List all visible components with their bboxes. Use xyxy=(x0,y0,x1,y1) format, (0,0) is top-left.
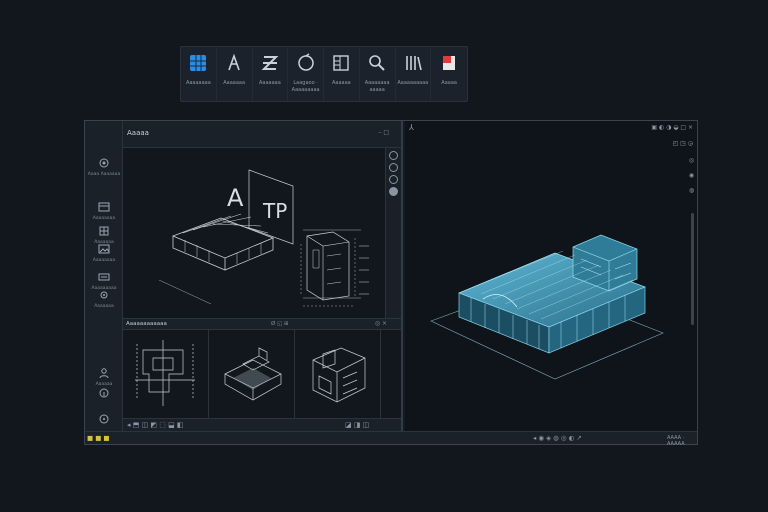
viewport-letter-tp: TP xyxy=(262,199,287,223)
left-pane-title: Aaaaa xyxy=(127,129,149,137)
panel-icon xyxy=(333,55,350,71)
ribbon-label: Aaaaaaaaaa xyxy=(397,80,429,86)
search-icon xyxy=(369,55,385,71)
left-pane-mid-tools[interactable]: ◪ ◨ ◫ xyxy=(345,421,369,429)
info-icon xyxy=(99,388,109,398)
iso-drawing xyxy=(224,347,282,401)
left-pane-controls[interactable]: – □ xyxy=(378,129,389,136)
flag-icon xyxy=(443,56,456,70)
left-pane-titlebar: Aaaaa – □ xyxy=(123,121,401,148)
ribbon-label: Aaaaaaa xyxy=(223,80,246,86)
ribbon-button-grid[interactable]: Aaaaaaaa xyxy=(181,47,217,101)
view-tool-fit[interactable] xyxy=(389,187,398,196)
grid-icon xyxy=(190,55,207,71)
move-icon xyxy=(99,158,109,168)
status-bar: ■ ■ ■ ◂ ◉ ◈ ◍ ◎ ◐ ↗ AAAA · AAAAA xyxy=(85,431,697,447)
settings-icon xyxy=(100,291,108,299)
plan-drawing xyxy=(135,340,195,406)
help-icon xyxy=(99,414,109,424)
ribbon-button-section[interactable]: Aaaaaaa xyxy=(253,47,289,101)
ribbon-button-library[interactable]: Aaaaaaaaaa xyxy=(396,47,432,101)
wireframe-viewport[interactable]: A TP xyxy=(123,148,385,318)
view-tool-zoom[interactable] xyxy=(389,175,398,184)
ribbon-label: Aaaaaaa xyxy=(258,80,281,86)
ribbon-button-flag[interactable]: Aaaaa xyxy=(431,47,467,101)
left-viewport-pane: Aaaaa – □ A TP Aaaaaaaaaaaa Ø ◱ ⊞ ◎ × ◂ … xyxy=(123,121,403,431)
thumbnail-plan[interactable] xyxy=(123,330,209,418)
left-pane-tools[interactable]: ◂ ⬒ ◫ ◩ ⬚ ⬓ ◧ xyxy=(127,421,184,429)
thumbnail-strip xyxy=(123,330,401,418)
tool-label: Aaaaaaa xyxy=(94,304,114,309)
subpanel-title: Aaaaaaaaaaaa xyxy=(126,321,167,327)
tool-settings[interactable]: Aaaaaaa xyxy=(85,289,123,309)
cad-window: Aaaa Aaaaaaa Aaaaaaaa Aaaaaaa Aaaaaaaa A… xyxy=(84,120,698,447)
thumbnail-section[interactable] xyxy=(295,330,381,418)
rotate-icon xyxy=(297,53,314,71)
left-pane-bottom-toolbar: ◂ ⬒ ◫ ◩ ⬚ ⬓ ◧ ◪ ◨ ◫ xyxy=(123,418,401,431)
subpanel-controls[interactable]: Ø ◱ ⊞ xyxy=(271,321,289,327)
left-toolbar: Aaaa Aaaaaaa Aaaaaaaa Aaaaaaa Aaaaaaaa A… xyxy=(85,121,123,431)
right-viewport-pane: ⅄ ▣ ◐ ◑ ◒ □ × ◰ ◳ ◶ ◎ ◉ ◍ xyxy=(405,121,697,431)
ribbon-toolbar: Aaaaaaaa Aaaaaaa Aaaaaaa Laagaoo · Aaaaa… xyxy=(180,46,468,102)
ribbon-button-compass[interactable]: Aaaaaaa xyxy=(217,47,253,101)
viewport-letter-a: A xyxy=(227,184,244,212)
building-wireframe xyxy=(171,217,275,259)
ribbon-button-search[interactable]: Aaaaaaaa aaaaa xyxy=(360,47,396,101)
tool-label: Aaaaaaaa xyxy=(92,258,116,263)
viewport-side-tools xyxy=(385,148,401,318)
tool-label: Aaaa Aaaaaaa xyxy=(87,172,121,177)
link-icon xyxy=(98,273,110,281)
right-pane-scrollbar[interactable] xyxy=(691,213,694,325)
view-tool-orbit[interactable] xyxy=(389,151,398,160)
image-icon xyxy=(98,244,110,254)
ribbon-label: Aaaaaa xyxy=(332,80,351,86)
grid-small-icon xyxy=(99,226,109,236)
library-icon xyxy=(406,56,422,71)
status-right-tools[interactable]: ◂ ◉ ◈ ◍ ◎ ◐ ↗ xyxy=(533,434,582,442)
thumbnail-iso[interactable] xyxy=(209,330,295,418)
ribbon-button-panel[interactable]: Aaaaaa xyxy=(324,47,360,101)
section-drawing xyxy=(312,347,366,403)
status-right-text: AAAA · AAAAA xyxy=(667,435,685,447)
tool-label: Aaaaaaaa xyxy=(92,216,116,221)
detail-drawing xyxy=(306,231,350,301)
subpanel-header: Aaaaaaaaaaaa Ø ◱ ⊞ ◎ × xyxy=(123,318,401,330)
status-left-icons[interactable]: ■ ■ ■ xyxy=(87,434,110,442)
subpanel-right-controls[interactable]: ◎ × xyxy=(375,320,387,327)
tool-extra[interactable] xyxy=(85,387,123,399)
ribbon-label: Aaaaaaaa aaaaa xyxy=(364,80,390,93)
3d-model-viewport[interactable] xyxy=(405,121,697,431)
ribbon-label: Aaaaaaaa xyxy=(185,80,211,86)
tool-image[interactable]: Aaaaaaaa xyxy=(85,243,123,263)
view-tool-pan[interactable] xyxy=(389,163,398,172)
ribbon-button-rotate[interactable]: Laagaoo · Aaaaaaaaa xyxy=(288,47,324,101)
section-icon xyxy=(261,56,279,70)
user-icon xyxy=(99,368,109,379)
tool-move[interactable]: Aaaa Aaaaaaa xyxy=(85,157,123,177)
tool-user[interactable]: Aaaaaa xyxy=(85,367,123,387)
tool-layer[interactable]: Aaaaaaaa xyxy=(85,201,123,221)
ribbon-label: Aaaaa xyxy=(441,80,457,86)
layer-icon xyxy=(98,202,110,212)
tool-help[interactable] xyxy=(85,413,123,425)
compass-icon xyxy=(228,53,240,71)
ribbon-label: Laagaoo · Aaaaaaaaa xyxy=(291,80,320,93)
